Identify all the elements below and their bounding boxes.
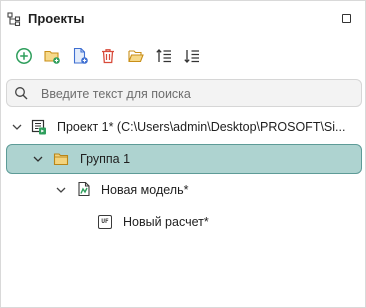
panel-header: Проекты — [1, 1, 365, 37]
tree-item-project[interactable]: Проект 1* (C:\Users\admin\Desktop\PROSOF… — [6, 112, 362, 142]
tree-item-label: Новая модель* — [101, 183, 189, 197]
tree-item-label: Проект 1* (C:\Users\admin\Desktop\PROSOF… — [57, 120, 346, 134]
tree-item-label: Новый расчет* — [123, 215, 209, 229]
chevron-down-icon[interactable] — [32, 153, 44, 165]
tree-item-group[interactable]: Группа 1 — [6, 144, 362, 174]
sort-descending-button[interactable] — [181, 45, 203, 67]
file-add-icon — [73, 47, 88, 64]
folder-icon — [53, 153, 69, 166]
new-file-button[interactable] — [69, 45, 91, 67]
chevron-down-icon[interactable] — [55, 184, 67, 196]
maximize-icon[interactable] — [342, 14, 351, 23]
tree-item-calculation[interactable]: UF Новый расчет* — [6, 207, 362, 237]
delete-button[interactable] — [97, 45, 119, 67]
calculation-badge: UF — [101, 218, 109, 225]
trash-icon — [102, 49, 114, 64]
folder-add-icon — [44, 50, 60, 64]
model-file-icon — [78, 181, 90, 197]
tree-item-label: Группа 1 — [80, 152, 131, 166]
search-icon — [15, 87, 28, 100]
chevron-down-icon[interactable] — [11, 121, 23, 133]
sort-ascending-button[interactable] — [153, 45, 175, 67]
open-folder-button[interactable] — [125, 45, 147, 67]
hierarchy-icon — [7, 12, 21, 26]
tree-item-model[interactable]: Новая модель* — [6, 175, 362, 205]
new-folder-button[interactable] — [41, 45, 63, 67]
search-field[interactable]: Введите текст для поиска — [6, 79, 362, 107]
project-icon — [31, 119, 46, 135]
search-input[interactable]: Введите текст для поиска — [41, 87, 191, 101]
projects-panel: Проекты Введите текст для поиска Проект … — [0, 0, 366, 308]
toolbar — [13, 45, 213, 67]
sort-up-icon — [156, 49, 171, 63]
panel-title: Проекты — [28, 11, 85, 26]
calculation-icon: UF — [98, 215, 112, 229]
add-button[interactable] — [13, 45, 35, 67]
sort-down-icon — [184, 50, 199, 63]
plus-circle-icon — [16, 48, 32, 64]
folder-open-icon — [128, 50, 144, 63]
